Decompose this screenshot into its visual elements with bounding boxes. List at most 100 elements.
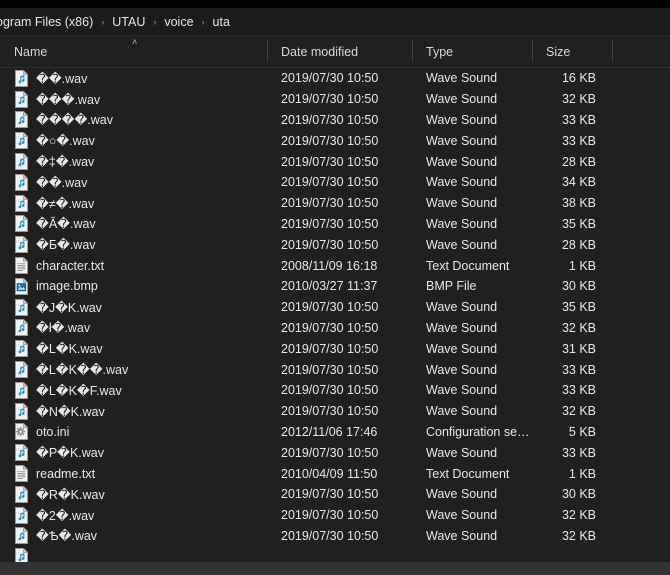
file-row[interactable]: �2�.wav 2019/07/30 10:50 Wave Sound 32 KB [0, 505, 670, 526]
file-date-modified-cell: 2019/07/30 10:50 [281, 154, 379, 169]
file-row[interactable] [0, 546, 670, 562]
column-divider-size[interactable] [612, 39, 613, 62]
file-name-cell[interactable]: �Б�.wav [0, 236, 268, 254]
file-name-cell[interactable]: �○�.wav [0, 132, 268, 150]
file-row[interactable]: �P�K.wav 2019/07/30 10:50 Wave Sound 33 KB [0, 442, 670, 463]
file-name-cell[interactable]: �Ѣ�.wav [0, 527, 268, 545]
file-name-cell[interactable]: �L�K.wav [0, 340, 268, 358]
file-row[interactable]: character.txt 2008/11/09 16:18 Text Docume… [0, 255, 670, 276]
file-type-cell: Wave Sound [426, 300, 498, 315]
file-name-label: �Ѣ�.wav [36, 529, 98, 544]
file-row[interactable]: ����.wav 2019/07/30 10:50 Wave Sound 33 KB [0, 110, 670, 131]
file-size-cell: 1 KB [568, 466, 596, 481]
file-name-label: �R�K.wav [36, 487, 105, 502]
file-name-cell[interactable]: �‡�.wav [0, 153, 268, 171]
file-type-cell: BMP File [426, 279, 477, 294]
file-size-cell: 38 KB [561, 196, 596, 211]
file-row[interactable]: ��.wav 2019/07/30 10:50 Wave Sound 16 KB [0, 68, 670, 89]
file-name-label: �2�.wav [36, 508, 95, 523]
file-row[interactable]: �L�K�F.wav 2019/07/30 10:50 Wave Sound 33 K… [0, 380, 670, 401]
file-name-cell[interactable]: ����.wav [0, 111, 268, 129]
file-name-cell[interactable]: image.bmp [0, 277, 268, 295]
file-type-cell: Wave Sound [426, 216, 498, 231]
file-type-cell: Wave Sound [426, 175, 498, 190]
wave-sound-icon [14, 548, 29, 562]
file-row[interactable]: �J�K.wav 2019/07/30 10:50 Wave Sound 35 KB [0, 297, 670, 318]
file-row[interactable]: �Ѣ�.wav 2019/07/30 10:50 Wave Sound 32 KB [0, 526, 670, 547]
column-header-size-label: Size [546, 44, 571, 59]
column-header-name[interactable]: Name ˄ [0, 36, 268, 68]
file-size-cell: 5 KB [568, 424, 596, 439]
breadcrumb-item-3[interactable]: uta [211, 8, 232, 36]
file-row[interactable]: �N�K.wav 2019/07/30 10:50 Wave Sound 32 KB [0, 401, 670, 422]
file-name-cell[interactable]: �R�K.wav [0, 485, 268, 503]
file-row[interactable]: �Ă�.wav 2019/07/30 10:50 Wave Sound 35 KB [0, 214, 670, 235]
column-header-size[interactable]: Size [533, 36, 613, 68]
file-type-cell: Wave Sound [426, 71, 498, 86]
text-document-icon [14, 465, 29, 483]
file-name-cell[interactable]: ��.wav [0, 173, 268, 191]
file-row[interactable]: �≠�.wav 2019/07/30 10:50 Wave Sound 38 KB [0, 193, 670, 214]
file-size-cell: 28 KB [561, 154, 596, 169]
file-date-modified-cell: 2019/07/30 10:50 [281, 487, 379, 502]
file-name-label: �‡�.wav [36, 155, 95, 170]
breadcrumb-item-1[interactable]: UTAU [110, 8, 147, 36]
file-type-cell: Text Document [426, 466, 510, 481]
column-header-name-label: Name [14, 44, 48, 59]
file-row[interactable]: �L�K��.wav 2019/07/30 10:50 Wave Sound 33 K… [0, 359, 670, 380]
file-name-label: �Б�.wav [36, 238, 96, 253]
file-type-cell: Wave Sound [426, 487, 498, 502]
file-row[interactable]: ���.wav 2019/07/30 10:50 Wave Sound 32 KB [0, 89, 670, 110]
file-size-cell: 33 KB [561, 133, 596, 148]
column-header-type-label: Type [426, 44, 454, 59]
file-date-modified-cell: 2008/11/09 16:18 [281, 258, 378, 273]
file-name-label: readme.txt [36, 466, 96, 481]
file-row[interactable]: �R�K.wav 2019/07/30 10:50 Wave Sound 30 KB [0, 484, 670, 505]
file-type-cell: Wave Sound [426, 237, 498, 252]
file-row[interactable]: �○�.wav 2019/07/30 10:50 Wave Sound 33 KB [0, 130, 670, 151]
wave-sound-icon [14, 69, 29, 87]
file-name-label: �○�.wav [36, 134, 95, 149]
file-name-cell[interactable] [0, 548, 268, 562]
file-date-modified-cell: 2019/07/30 10:50 [281, 92, 379, 107]
file-name-cell[interactable]: �ł�.wav [0, 319, 268, 337]
column-header-type[interactable]: Type [413, 36, 533, 68]
bmp-image-icon [14, 277, 29, 295]
file-name-cell[interactable]: �2�.wav [0, 506, 268, 524]
file-size-cell: 33 KB [561, 112, 596, 127]
file-row[interactable]: ��.wav 2019/07/30 10:50 Wave Sound 34 KB [0, 172, 670, 193]
file-name-cell[interactable]: character.txt [0, 257, 268, 275]
file-name-cell[interactable]: �P�K.wav [0, 444, 268, 462]
file-name-cell[interactable]: �L�K��.wav [0, 361, 268, 379]
file-row[interactable]: �‡�.wav 2019/07/30 10:50 Wave Sound 28 KB [0, 151, 670, 172]
file-row[interactable]: �Б�.wav 2019/07/30 10:50 Wave Sound 28 KB [0, 234, 670, 255]
file-row[interactable]: �L�K.wav 2019/07/30 10:50 Wave Sound 31 KB [0, 338, 670, 359]
file-list[interactable]: ��.wav 2019/07/30 10:50 Wave Sound 16 KB ���… [0, 68, 670, 562]
file-name-cell[interactable]: ���.wav [0, 90, 268, 108]
file-name-cell[interactable]: oto.ini [0, 423, 268, 441]
file-row[interactable]: readme.txt 2010/04/09 11:50 Text Document 1… [0, 463, 670, 484]
breadcrumb[interactable]: ogram Files (x86) › UTAU › voice › uta [0, 8, 670, 36]
file-name-label: �L�K��.wav [36, 363, 129, 378]
file-name-cell[interactable]: �≠�.wav [0, 194, 268, 212]
file-name-cell[interactable]: ��.wav [0, 69, 268, 87]
configuration-settings-icon [14, 423, 29, 441]
breadcrumb-separator-icon: › [153, 16, 157, 27]
file-size-cell: 1 KB [568, 258, 596, 273]
breadcrumb-item-2[interactable]: voice [162, 8, 195, 36]
file-row[interactable]: image.bmp 2010/03/27 11:37 BMP File 30 KB [0, 276, 670, 297]
file-name-cell[interactable]: readme.txt [0, 465, 268, 483]
column-header-date-modified[interactable]: Date modified [268, 36, 413, 68]
file-name-cell[interactable]: �L�K�F.wav [0, 381, 268, 399]
file-date-modified-cell: 2019/07/30 10:50 [281, 133, 379, 148]
file-row[interactable]: oto.ini 2012/11/06 17:46 Configuration set… [0, 422, 670, 443]
file-date-modified-cell: 2019/07/30 10:50 [281, 112, 379, 127]
breadcrumb-item-0[interactable]: ogram Files (x86) [0, 8, 95, 36]
file-type-cell: Wave Sound [426, 528, 498, 543]
file-name-cell[interactable]: �N�K.wav [0, 402, 268, 420]
file-name-cell[interactable]: �Ă�.wav [0, 215, 268, 233]
file-type-cell: Wave Sound [426, 320, 498, 335]
file-name-cell[interactable]: �J�K.wav [0, 298, 268, 316]
file-row[interactable]: �ł�.wav 2019/07/30 10:50 Wave Sound 32 KB [0, 318, 670, 339]
file-name-label: �L�K�F.wav [36, 383, 122, 398]
